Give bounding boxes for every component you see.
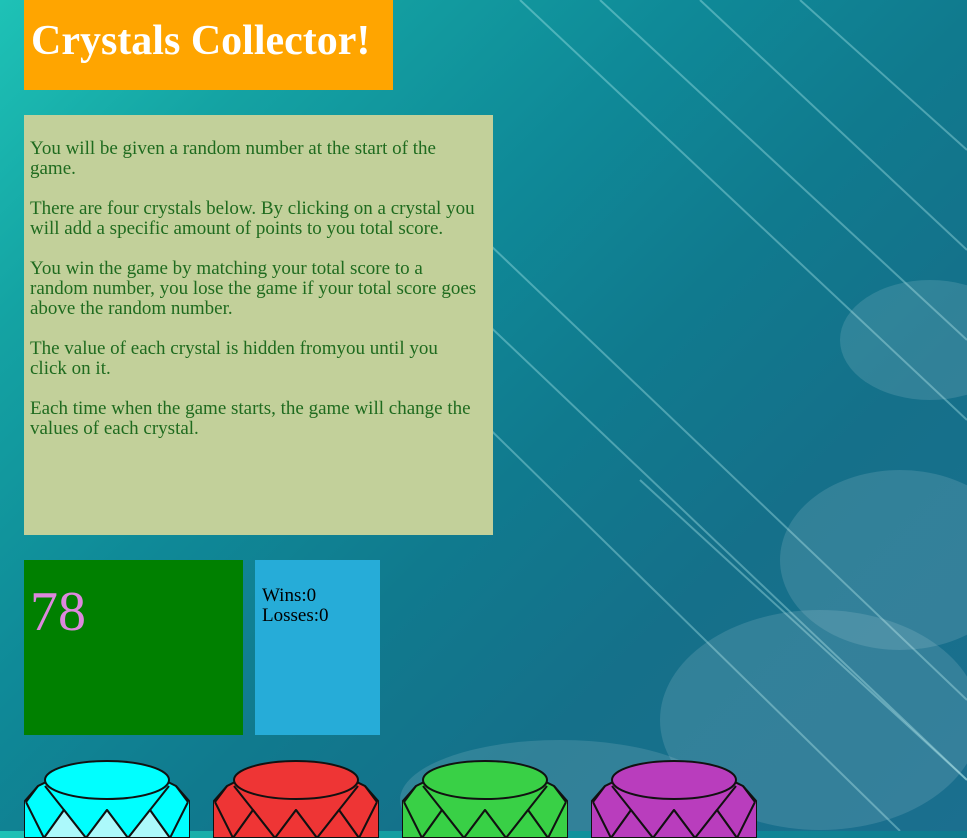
instructions-panel: You will be given a random number at the…: [24, 115, 493, 535]
instruction-paragraph: You will be given a random number at the…: [30, 138, 436, 179]
instruction-paragraph: Each time when the game starts, the game…: [30, 398, 471, 439]
losses-label: Losses:: [262, 605, 319, 626]
wins-count: 0: [306, 585, 317, 606]
instruction-paragraph: The value of each crystal is hidden from…: [30, 338, 438, 379]
target-number-box: 78: [24, 560, 243, 735]
wins-label: Wins:: [262, 585, 307, 606]
score-panel: Wins:0 Losses:0: [255, 560, 380, 735]
instruction-paragraph: You win the game by matching your total …: [30, 258, 477, 319]
red-crystal[interactable]: [213, 758, 379, 838]
losses-count: 0: [319, 605, 329, 626]
instruction-paragraph: There are four crystals below. By clicki…: [30, 198, 475, 239]
page-title: Crystals Collector!: [31, 18, 371, 64]
cyan-crystal[interactable]: [24, 758, 190, 838]
losses-row: Losses:0: [262, 606, 380, 626]
target-number: 78: [30, 581, 86, 643]
title-banner: Crystals Collector!: [24, 0, 393, 90]
green-crystal[interactable]: [402, 758, 568, 838]
wins-row: Wins:0: [262, 586, 380, 606]
purple-crystal[interactable]: [591, 758, 757, 838]
